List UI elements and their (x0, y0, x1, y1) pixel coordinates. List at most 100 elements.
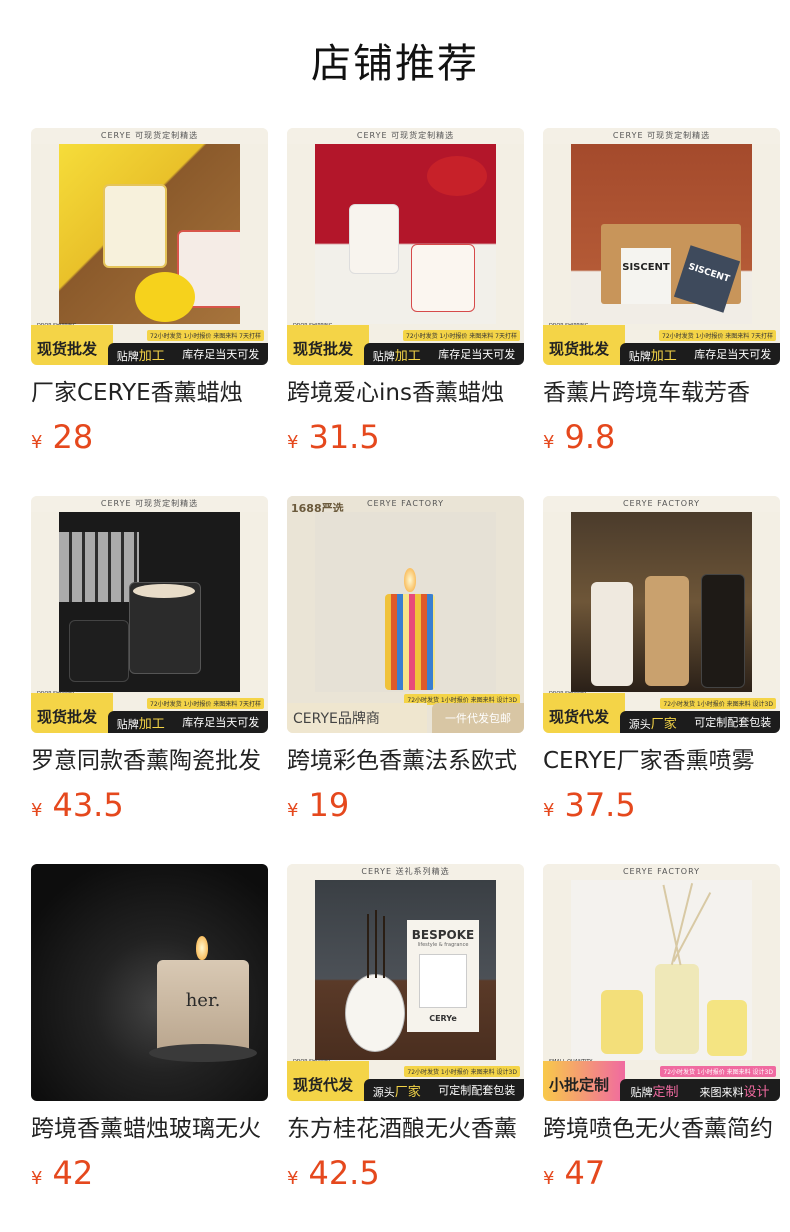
product-image[interactable]: CERYE FACTORY DROP-SHIPPING 72小时发货 1小时报价… (543, 496, 780, 733)
service-note: 72小时发货 1小时报价 来图来料 设计3D (660, 698, 776, 709)
product-price: ¥37.5 (543, 786, 636, 824)
badge-text: 可定制配套包装 (438, 1084, 516, 1097)
product-grid: CERYE 可现货定制精选 DROP-SHIPPING 72小时发货 1小时报价… (31, 128, 780, 1232)
price-value: 47 (564, 1154, 606, 1192)
badge-left: CERYE品牌商 (287, 703, 427, 733)
badge-left: 现货批发 (287, 325, 369, 365)
product-image[interactable]: CERYE FACTORY SMALL QUANTITY 72小时发货 1小时报… (543, 864, 780, 1101)
product-price: ¥42 (31, 1154, 93, 1192)
product-photo (59, 512, 240, 692)
badge-right: 贴牌加工 库存足当天可发 (108, 343, 268, 365)
page-title: 店铺推荐 (311, 41, 479, 87)
currency-symbol: ¥ (31, 800, 43, 821)
badge-left: 现货批发 (31, 693, 113, 733)
product-price: ¥43.5 (31, 786, 124, 824)
product-name[interactable]: 东方桂花酒酿无火香薰 (287, 1114, 524, 1144)
currency-symbol: ¥ (31, 1168, 43, 1189)
image-banner: CERYE 送礼系列精选 (287, 864, 524, 880)
product-card[interactable]: CERYE FACTORY SMALL QUANTITY 72小时发货 1小时报… (543, 864, 780, 1232)
product-price: ¥19 (287, 786, 349, 824)
currency-symbol: ¥ (543, 432, 555, 453)
image-banner: CERYE 可现货定制精选 (31, 128, 268, 144)
badge-left: 现货代发 (287, 1061, 369, 1101)
currency-symbol: ¥ (543, 1168, 555, 1189)
product-image[interactable]: her. (31, 864, 268, 1101)
badge-text: 可定制配套包装 (694, 716, 772, 729)
product-card[interactable]: CERYE 可现货定制精选 DROP-SHIPPING 72小时发货 1小时报价… (31, 496, 268, 864)
product-name[interactable]: CERYE厂家香熏喷雾 (543, 746, 780, 776)
price-value: 43.5 (52, 786, 124, 824)
image-banner: CERYE 可现货定制精选 (31, 496, 268, 512)
service-note: 72小时发货 1小时报价 来图来料 7天打样 (659, 330, 776, 341)
badge-highlight: 加工 (650, 348, 677, 364)
product-photo (571, 512, 752, 692)
box-title: BESPOKE (411, 928, 475, 942)
badge-right: 贴牌加工 库存足当天可发 (108, 711, 268, 733)
product-image[interactable]: CERYE 可现货定制精选 SISCENT SISCENT DROP-SHIPP… (543, 128, 780, 365)
jar-label: her. (185, 990, 221, 1011)
product-name[interactable]: 跨境香薰蜡烛玻璃无火 (31, 1114, 268, 1144)
badge-highlight: 定制 (652, 1084, 679, 1100)
badge-highlight: 加工 (138, 716, 165, 732)
product-card[interactable]: CERYE 可现货定制精选 DROP-SHIPPING 72小时发货 1小时报价… (287, 128, 524, 496)
product-image[interactable]: CERYE 送礼系列精选 BESPOKE lifestyle & fragran… (287, 864, 524, 1101)
product-card[interactable]: CERYE FACTORY 1688严选 72小时发货 1小时报价 来图来料 设… (287, 496, 524, 864)
badge-highlight: 厂家 (394, 1084, 421, 1100)
price-value: 37.5 (564, 786, 636, 824)
product-name[interactable]: 厂家CERYE香薰蜡烛 (31, 378, 268, 408)
product-card[interactable]: CERYE 可现货定制精选 DROP-SHIPPING 72小时发货 1小时报价… (31, 128, 268, 496)
badge-text: 贴牌 (116, 717, 139, 731)
image-banner: CERYE 可现货定制精选 (287, 128, 524, 144)
product-photo: her. (31, 864, 268, 1101)
badge-text: 贴牌 (116, 349, 139, 363)
product-card[interactable]: CERYE 可现货定制精选 SISCENT SISCENT DROP-SHIPP… (543, 128, 780, 496)
product-card[interactable]: her. 跨境香薰蜡烛玻璃无火 ¥42 (31, 864, 268, 1232)
product-price: ¥31.5 (287, 418, 380, 456)
product-name[interactable]: 罗意同款香薰陶瓷批发 (31, 746, 268, 776)
badge-text: 一件代发包邮 (445, 712, 511, 725)
badge-left: 小批定制 (543, 1061, 625, 1101)
price-value: 42.5 (308, 1154, 380, 1192)
product-photo: SISCENT SISCENT (571, 144, 752, 324)
badge-highlight: 加工 (138, 348, 165, 364)
currency-symbol: ¥ (31, 432, 43, 453)
currency-symbol: ¥ (543, 800, 555, 821)
product-price: ¥47 (543, 1154, 605, 1192)
price-value: 9.8 (564, 418, 616, 456)
product-image[interactable]: CERYE 可现货定制精选 DROP-SHIPPING 72小时发货 1小时报价… (31, 496, 268, 733)
product-image[interactable]: CERYE 可现货定制精选 DROP-SHIPPING 72小时发货 1小时报价… (31, 128, 268, 365)
product-photo: BESPOKE lifestyle & fragrance CERYe (315, 880, 496, 1060)
badge-right: 贴牌加工 库存足当天可发 (364, 343, 524, 365)
product-card[interactable]: CERYE 送礼系列精选 BESPOKE lifestyle & fragran… (287, 864, 524, 1232)
product-name[interactable]: 跨境爱心ins香薰蜡烛 (287, 378, 524, 408)
badge-text: 贴牌 (372, 349, 395, 363)
card-label: SISCENT (621, 248, 671, 304)
box-subtitle: lifestyle & fragrance (417, 942, 469, 948)
product-image[interactable]: CERYE 可现货定制精选 DROP-SHIPPING 72小时发货 1小时报价… (287, 128, 524, 365)
currency-symbol: ¥ (287, 800, 299, 821)
service-note: 72小时发货 1小时报价 来图来料 7天打样 (147, 698, 264, 709)
service-note: 72小时发货 1小时报价 来图来料 设计3D (660, 1066, 776, 1077)
product-price: ¥28 (31, 418, 93, 456)
badge-left: 现货代发 (543, 693, 625, 733)
product-photo (571, 880, 752, 1060)
product-name[interactable]: 跨境喷色无火香薰简约 (543, 1114, 780, 1144)
badge-highlight: 加工 (394, 348, 421, 364)
service-note: 72小时发货 1小时报价 来图来料 设计3D (404, 1066, 520, 1077)
service-note: 72小时发货 1小时报价 来图来料 7天打样 (147, 330, 264, 341)
badge-highlight: 厂家 (650, 716, 677, 732)
product-photo (59, 144, 240, 324)
badge-text: 来图来料 (699, 1085, 744, 1099)
badge-text: 库存足当天可发 (438, 348, 516, 361)
badge-right: 贴牌定制 来图来料设计 (620, 1079, 780, 1101)
badge-right: 源头厂家 可定制配套包装 (620, 711, 780, 733)
image-banner: CERYE 可现货定制精选 (543, 128, 780, 144)
badge-text: 库存足当天可发 (182, 348, 260, 361)
product-name[interactable]: 香薰片跨境车载芳香 (543, 378, 780, 408)
product-image[interactable]: CERYE FACTORY 1688严选 72小时发货 1小时报价 来图来料 设… (287, 496, 524, 733)
badge-right: 源头厂家 可定制配套包装 (364, 1079, 524, 1101)
badge-right: 贴牌加工 库存足当天可发 (620, 343, 780, 365)
product-name[interactable]: 跨境彩色香薰法系欧式 (287, 746, 524, 776)
product-card[interactable]: CERYE FACTORY DROP-SHIPPING 72小时发货 1小时报价… (543, 496, 780, 864)
box-brand: CERYe (429, 1014, 457, 1023)
